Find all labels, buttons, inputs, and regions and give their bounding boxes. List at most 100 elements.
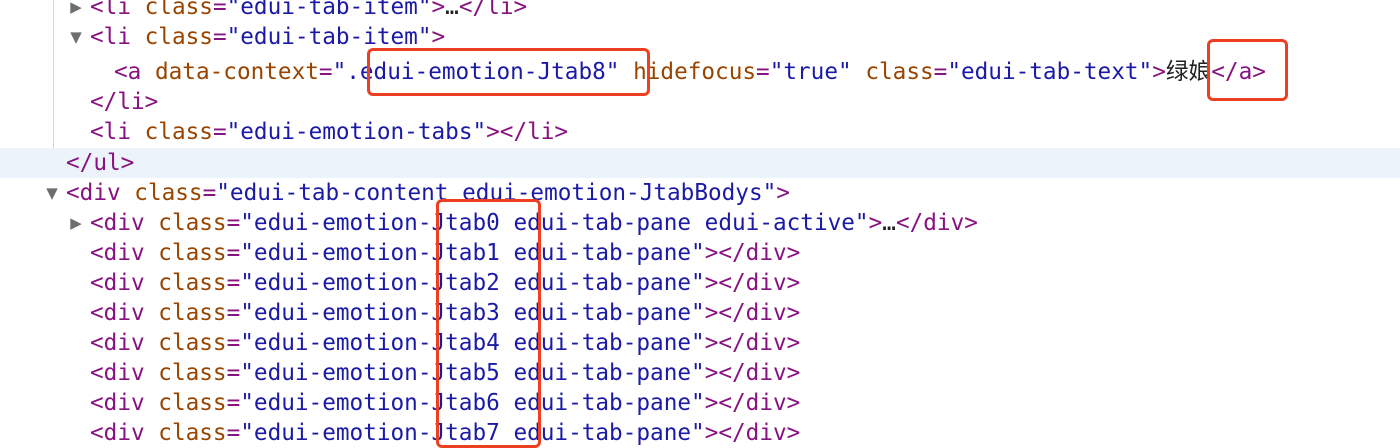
tree-node-div-jtab6[interactable]: <div class="edui-emotion-Jtab6 edui-tab-…: [0, 388, 1400, 418]
tag-token: =: [226, 270, 241, 296]
attribute-value: "edui-emotion-Jtab7 edui-tab-pane": [240, 420, 705, 446]
attribute-value: "edui-emotion-Jtab6 edui-tab-pane": [240, 390, 705, 416]
node-markup: <div class="edui-emotion-Jtab0 edui-tab-…: [90, 208, 978, 238]
node-markup: <li class="edui-emotion-tabs"></li>: [90, 117, 568, 147]
tag-token: <div: [90, 390, 159, 416]
attribute-name: class: [158, 240, 227, 266]
attribute-name: class: [158, 360, 227, 386]
collapse-triangle-icon[interactable]: ▼: [45, 178, 59, 208]
attribute-value: ".edui-emotion-Jtab8": [332, 59, 620, 85]
node-markup: <div class="edui-emotion-Jtab3 edui-tab-…: [90, 298, 800, 328]
tag-token: <div: [66, 180, 135, 206]
node-markup: <li class="edui-tab-item">: [90, 22, 445, 52]
tree-node-li-emotion-tabs[interactable]: <li class="edui-emotion-tabs"></li>: [0, 117, 1400, 147]
attribute-name: class: [158, 390, 227, 416]
attribute-value: "edui-emotion-Jtab2 edui-tab-pane": [240, 270, 705, 296]
text-node: 绿娘: [1165, 59, 1212, 85]
tag-token: </div>: [895, 210, 978, 236]
tag-token: <li: [90, 0, 145, 20]
node-markup: </ul>: [66, 148, 134, 178]
tag-token: ></div>: [704, 360, 801, 386]
tag-token: =: [202, 180, 217, 206]
node-markup: <div class="edui-emotion-Jtab6 edui-tab-…: [90, 388, 800, 418]
attribute-value: "edui-emotion-Jtab5 edui-tab-pane": [240, 360, 705, 386]
tree-node-div-jtab4[interactable]: <div class="edui-emotion-Jtab4 edui-tab-…: [0, 328, 1400, 358]
tag-token: >: [431, 24, 446, 50]
ellipsis-icon: …: [882, 210, 896, 236]
tag-token: =: [212, 0, 227, 20]
tag-token: =: [226, 420, 241, 446]
tag-token: </li>: [90, 89, 159, 115]
tree-node-li-tab-item-expanded[interactable]: ▼ <li class="edui-tab-item">: [0, 22, 1400, 52]
tag-token: >: [776, 180, 790, 206]
tag-token: ></div>: [704, 240, 801, 266]
attribute-name: hidefocus: [633, 59, 757, 85]
tag-token: ></div>: [704, 300, 801, 326]
tag-token: =: [226, 360, 241, 386]
node-markup: </li>: [90, 87, 158, 117]
tree-node-div-jtab7[interactable]: <div class="edui-emotion-Jtab7 edui-tab-…: [0, 418, 1400, 448]
tree-node-div-jtab1[interactable]: <div class="edui-emotion-Jtab1 edui-tab-…: [0, 238, 1400, 268]
tree-node-div-jtab3[interactable]: <div class="edui-emotion-Jtab3 edui-tab-…: [0, 298, 1400, 328]
node-markup: <li class="edui-tab-item">…</li>: [90, 0, 527, 22]
attribute-name: class: [158, 270, 227, 296]
attribute-value: "edui-emotion-Jtab1 edui-tab-pane": [240, 240, 705, 266]
tag-token: <div: [90, 330, 159, 356]
attribute-name: class: [144, 0, 213, 20]
tag-token: =: [226, 330, 241, 356]
node-markup: <div class="edui-emotion-Jtab4 edui-tab-…: [90, 328, 800, 358]
tree-node-div-jtab2[interactable]: <div class="edui-emotion-Jtab2 edui-tab-…: [0, 268, 1400, 298]
tag-token: >: [868, 210, 883, 236]
tag-token: <div: [90, 240, 159, 266]
ellipsis-icon: …: [445, 0, 459, 20]
attribute-value: "edui-emotion-Jtab4 edui-tab-pane": [240, 330, 705, 356]
tree-node-ul-close[interactable]: </ul>: [0, 148, 1400, 178]
tag-token: =: [212, 119, 227, 145]
tag-token: =: [226, 240, 241, 266]
tag-token: >: [1152, 59, 1166, 85]
expand-triangle-icon[interactable]: ▶: [69, 0, 83, 22]
tree-node-li-tab-item-collapsed[interactable]: ▶ <li class="edui-tab-item">…</li>: [0, 0, 1400, 22]
tag-token: =: [226, 300, 241, 326]
tag-token: ></div>: [704, 390, 801, 416]
tag-token: [852, 59, 866, 85]
tag-token: <li: [90, 24, 145, 50]
attribute-name: class: [144, 119, 213, 145]
tag-token: <li: [90, 119, 145, 145]
attribute-value: "edui-tab-text": [947, 59, 1153, 85]
tag-token: ></div>: [704, 330, 801, 356]
attribute-name: class: [134, 180, 203, 206]
elements-panel: ▶ <li class="edui-tab-item">…</li> ▼ <li cl…: [0, 0, 1400, 448]
tag-token: </a>: [1211, 59, 1266, 85]
tag-token: =: [933, 59, 948, 85]
tree-node-div-jtab5[interactable]: <div class="edui-emotion-Jtab5 edui-tab-…: [0, 358, 1400, 388]
tag-token: </ul>: [66, 150, 135, 176]
tag-token: ></div>: [704, 270, 801, 296]
node-markup: <div class="edui-emotion-Jtab1 edui-tab-…: [90, 238, 800, 268]
tree-node-li-close[interactable]: </li>: [0, 87, 1400, 117]
attribute-name: class: [158, 300, 227, 326]
attribute-value: "true": [769, 59, 852, 85]
expand-triangle-icon[interactable]: ▶: [69, 208, 83, 238]
tag-token: ></li>: [486, 119, 569, 145]
attribute-value: "edui-tab-content edui-emotion-JtabBodys…: [216, 180, 777, 206]
node-markup: <div class="edui-tab-content edui-emotio…: [66, 178, 790, 208]
tree-node-div-tab-content[interactable]: ▼ <div class="edui-tab-content edui-emoti…: [0, 178, 1400, 208]
tag-token: <div: [90, 270, 159, 296]
tag-token: =: [226, 210, 241, 236]
attribute-value: "edui-tab-item": [226, 24, 432, 50]
tag-token: =: [226, 390, 241, 416]
tag-token: </li>: [458, 0, 528, 20]
tree-node-div-jtab0[interactable]: ▶ <div class="edui-emotion-Jtab0 edui-tab…: [0, 208, 1400, 238]
tree-node-a-tab-text[interactable]: <a data-context=".edui-emotion-Jtab8" hi…: [0, 57, 1400, 87]
collapse-triangle-icon[interactable]: ▼: [69, 22, 83, 52]
tag-token: =: [212, 24, 227, 50]
attribute-value: "edui-emotion-Jtab0 edui-tab-pane edui-a…: [240, 210, 869, 236]
tag-token: [619, 59, 633, 85]
tag-token: <div: [90, 420, 159, 446]
node-markup: <div class="edui-emotion-Jtab2 edui-tab-…: [90, 268, 800, 298]
attribute-value: "edui-emotion-Jtab3 edui-tab-pane": [240, 300, 705, 326]
node-markup: <div class="edui-emotion-Jtab5 edui-tab-…: [90, 358, 800, 388]
attribute-name: class: [865, 59, 934, 85]
tag-token: ></div>: [704, 420, 801, 446]
